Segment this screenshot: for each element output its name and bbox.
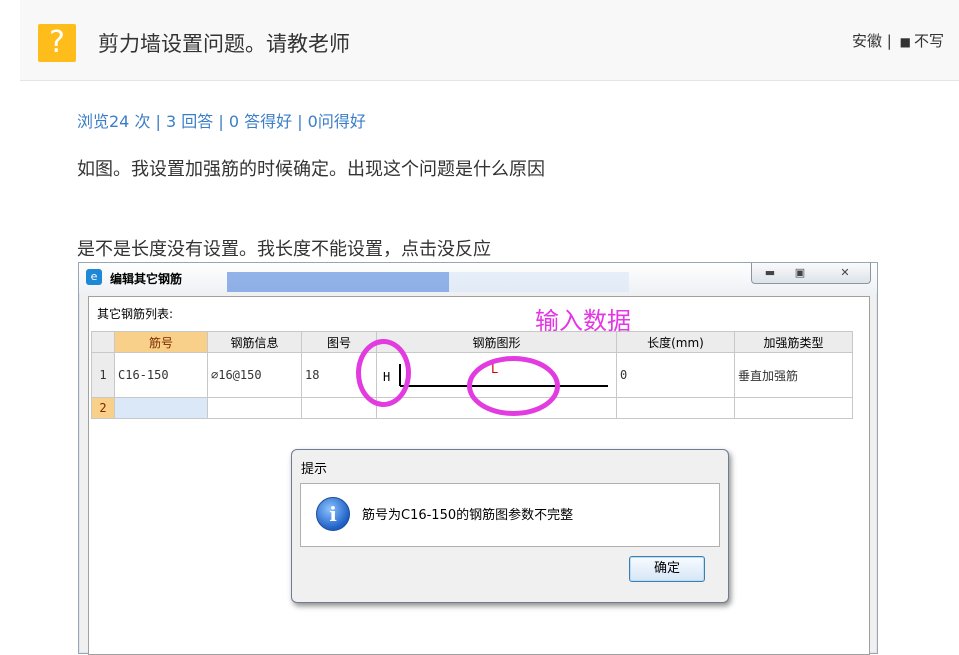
highlight-circle-h [356,339,411,407]
redacted-bar-2 [449,272,629,292]
list-label: 其它钢筋列表: [97,307,174,321]
question-text-2: 是不是长度没有设置。我长度不能设置，点击没反应 [77,239,491,260]
info-icon: i [316,497,350,531]
maximize-icon: ▣ [794,266,806,279]
col-header: 筋号 [114,331,208,353]
location-link[interactable]: 安徽 [852,32,882,50]
row-number: 1 [91,352,115,398]
dialog-body: i 筋号为C16-150的钢筋图参数不完整 [300,483,720,547]
bar-no-cell[interactable] [114,397,208,419]
close-icon: ✕ [840,266,850,279]
redacted-bar [227,272,449,292]
question-mark-icon: ? [38,24,76,62]
annotation-text: 输入数据 [535,307,631,335]
user-name-link[interactable]: 不写 [914,32,944,50]
ok-button[interactable]: 确定 [629,556,705,582]
highlight-circle-l [467,356,560,416]
question-text-1: 如图。我设置加强筋的时候确定。出现这个问题是什么原因 [77,159,545,180]
question-stats: 浏览24 次 | 3 回答 | 0 答得好 | 0问得好 [77,112,366,131]
window-controls: ▬ ▣ ✕ [751,263,871,284]
alert-dialog: 提示 i 筋号为C16-150的钢筋图参数不完整 确定 [291,449,729,603]
asker-info: 安徽 | ■ 不写 [852,30,944,51]
col-header: 加强筋类型 [734,331,853,353]
app-icon: e [86,269,102,285]
bar-no-cell[interactable]: C16-150 [114,352,208,398]
dialog-message: 筋号为C16-150的钢筋图参数不完整 [362,508,574,523]
question-header: ? 剪力墙设置问题。请教老师 安徽 | ■ 不写 [20,0,959,81]
bar-info-cell[interactable] [207,397,302,419]
dialog-title: 提示 [301,462,328,477]
row-number: 2 [91,397,115,419]
user-icon: ■ [899,35,911,49]
figure-no-cell[interactable] [301,397,377,419]
rebar-type-cell[interactable]: 垂直加强筋 [734,352,853,398]
page-title: 剪力墙设置问题。请教老师 [98,32,350,56]
separator: | [886,32,892,50]
window-title: 编辑其它钢筋 [110,272,183,286]
rebar-type-cell[interactable] [734,397,853,419]
col-header: 长度(mm) [616,331,735,353]
window-titlebar: e 编辑其它钢筋 ▬ ▣ ✕ [79,263,877,293]
col-header: 钢筋信息 [207,331,302,353]
length-cell[interactable]: 0 [616,352,735,398]
minimize-icon: ▬ [764,266,776,279]
corner-cell [91,331,115,353]
length-cell[interactable] [616,397,735,419]
bar-info-cell[interactable]: ⌀16@150 [207,352,302,398]
